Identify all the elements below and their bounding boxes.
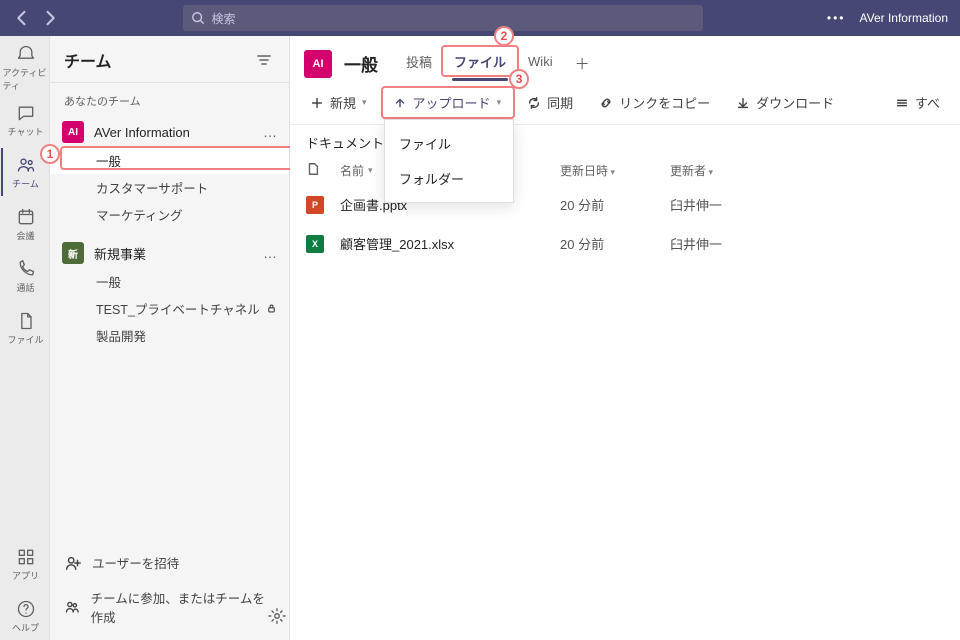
rail-help[interactable]: ヘルプ <box>1 592 49 640</box>
section-your-teams: あなたのチーム <box>50 87 289 117</box>
user-label[interactable]: AVer Information <box>860 11 949 25</box>
team-aver[interactable]: AI AVer Information … <box>50 117 289 147</box>
new-button[interactable]: 新規 ▾ <box>304 89 373 116</box>
team-newbiz[interactable]: 新 新規事業 … <box>50 238 289 268</box>
rail-activity[interactable]: アクティビティ <box>1 44 49 92</box>
upload-menu-folder[interactable]: フォルダー <box>385 161 513 196</box>
rail-files[interactable]: ファイル <box>1 304 49 352</box>
col-modified[interactable]: 更新日時 ▾ <box>560 162 670 179</box>
channel-marketing[interactable]: マーケティング <box>50 201 289 228</box>
channel-general[interactable]: 一般 <box>50 147 289 174</box>
rail-chat[interactable]: チャット <box>1 96 49 144</box>
xlsx-icon: X <box>306 235 324 253</box>
settings-gear-icon[interactable] <box>268 607 286 630</box>
channel-private[interactable]: TEST_プライベートチャネル <box>50 295 289 322</box>
chevron-down-icon: ▾ <box>497 97 502 108</box>
upload-menu: ファイル フォルダー <box>384 119 514 203</box>
add-tab-button[interactable]: ＋ <box>565 47 600 80</box>
tab-files[interactable]: ファイル <box>444 46 516 81</box>
annotation-marker-3: 3 <box>509 69 529 89</box>
more-icon[interactable]: ••• <box>827 11 846 25</box>
channel-title: 一般 <box>344 51 378 76</box>
nav-back-button[interactable] <box>12 8 32 28</box>
nav-forward-button[interactable] <box>40 8 60 28</box>
file-icon <box>306 162 320 176</box>
channel-product[interactable]: 製品開発 <box>50 322 289 349</box>
team-more-icon[interactable]: … <box>263 245 277 261</box>
search-placeholder: 検索 <box>211 10 235 27</box>
annotation-marker-2: 2 <box>494 26 514 46</box>
title-bar: 検索 ••• AVer Information <box>0 0 960 36</box>
copy-link-button[interactable]: リンクをコピー <box>593 89 716 116</box>
tab-posts[interactable]: 投稿 <box>396 46 442 81</box>
lock-icon <box>266 303 277 314</box>
pptx-icon: P <box>306 196 324 214</box>
channel-general-2[interactable]: 一般 <box>50 268 289 295</box>
search-input[interactable]: 検索 <box>183 5 703 31</box>
teams-sidebar: チーム あなたのチーム AI AVer Information … 一般 カスタ… <box>50 36 290 640</box>
sidebar-title: チーム <box>64 48 112 72</box>
channel-avatar: AI <box>304 50 332 78</box>
sync-button[interactable]: 同期 <box>521 89 579 116</box>
rail-calls[interactable]: 通話 <box>1 252 49 300</box>
rail-apps[interactable]: アプリ <box>1 540 49 588</box>
file-row[interactable]: X 顧客管理_2021.xlsx 20 分前 臼井伸一 <box>290 224 960 263</box>
filter-icon[interactable] <box>253 49 275 71</box>
channel-support[interactable]: カスタマーサポート <box>50 174 289 201</box>
upload-button[interactable]: アップロード ▾ <box>387 89 508 116</box>
upload-menu-file[interactable]: ファイル <box>385 126 513 161</box>
join-create-team-button[interactable]: チームに参加、またはチームを作成 <box>50 580 289 634</box>
app-rail: アクティビティ チャット チーム 会議 通話 ファイル アプリ ヘルプ <box>0 36 50 640</box>
annotation-marker-1: 1 <box>40 144 60 164</box>
invite-users-button[interactable]: ユーザーを招待 <box>50 545 289 580</box>
rail-calendar[interactable]: 会議 <box>1 200 49 248</box>
content-area: AI 一般 投稿 ファイル Wiki ＋ 2 新規 ▾ <box>290 36 960 640</box>
all-documents-button[interactable]: すべ <box>889 89 946 116</box>
col-modifiedby[interactable]: 更新者 ▾ <box>670 162 790 179</box>
team-avatar: AI <box>62 121 84 143</box>
download-button[interactable]: ダウンロード <box>730 89 840 116</box>
team-avatar: 新 <box>62 242 84 264</box>
files-toolbar: 新規 ▾ アップロード ▾ 3 同期 リンクをコピー <box>290 81 960 125</box>
chevron-down-icon: ▾ <box>362 97 367 108</box>
team-more-icon[interactable]: … <box>263 124 277 140</box>
